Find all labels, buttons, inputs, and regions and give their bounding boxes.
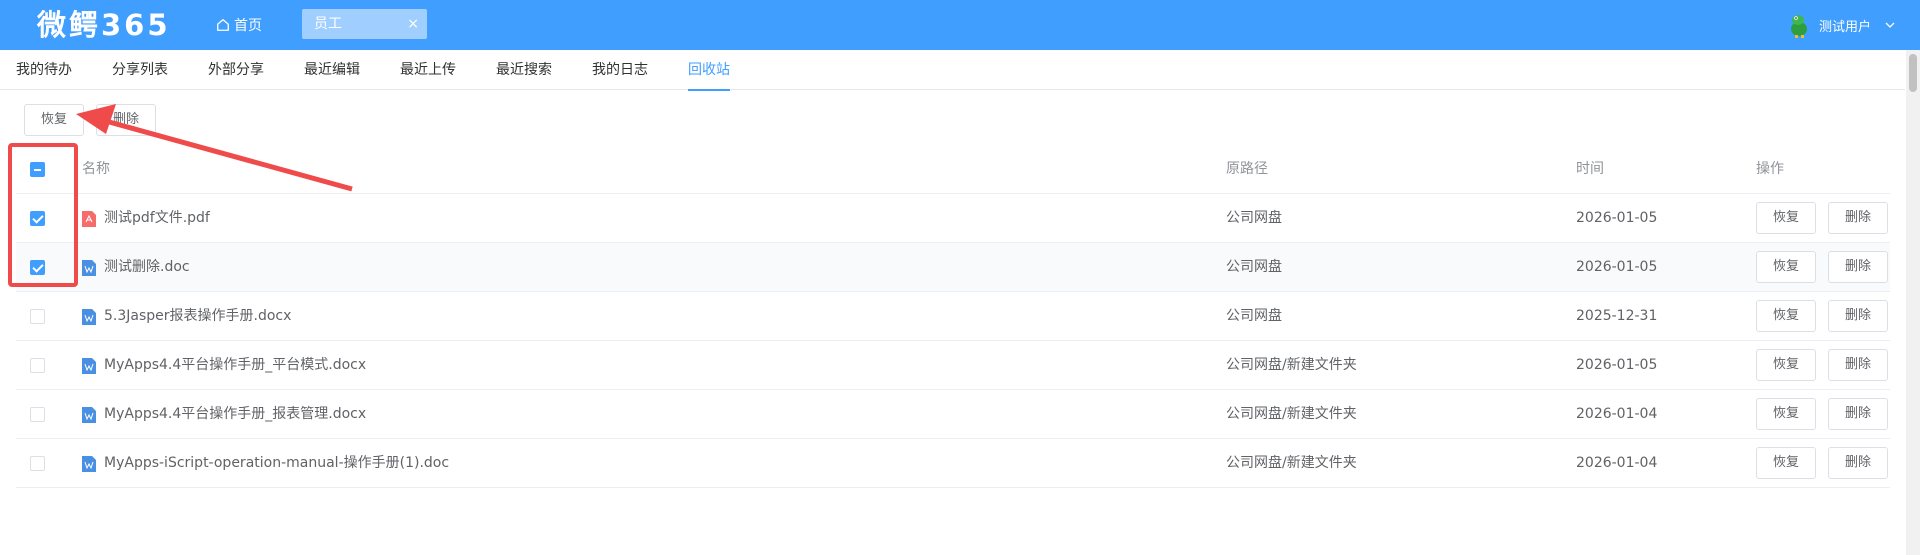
column-ops: 操作 [1756, 161, 1784, 177]
file-path: 公司网盘/新建文件夹 [1226, 406, 1357, 422]
row-delete-button[interactable]: 删除 [1828, 202, 1888, 234]
table-row[interactable]: 测试pdf文件.pdf 公司网盘 2026-01-05 恢复 删除 [16, 194, 1890, 243]
file-time: 2026-01-04 [1576, 455, 1658, 471]
vertical-scrollbar[interactable] [1906, 50, 1920, 555]
file-name: 5.3Jasper报表操作手册.docx [104, 308, 292, 324]
word-file-icon [82, 406, 96, 423]
file-path: 公司网盘/新建文件夹 [1226, 357, 1357, 373]
file-path: 公司网盘 [1226, 259, 1282, 275]
avatar [1790, 15, 1807, 38]
row-checkbox[interactable] [30, 456, 45, 471]
file-name-cell: 测试删除.doc [82, 243, 190, 292]
table-row[interactable]: MyApps4.4平台操作手册_报表管理.docx 公司网盘/新建文件夹 2026-… [16, 390, 1890, 439]
nav-tabs: 我的待办 分享列表 外部分享 最近编辑 最近上传 最近搜索 我的日志 回收站 [0, 50, 1905, 91]
tab-recycle-bin[interactable]: 回收站 [688, 50, 730, 91]
chevron-down-icon [1885, 22, 1895, 28]
row-delete-button[interactable]: 删除 [1828, 349, 1888, 381]
file-name: MyApps4.4平台操作手册_报表管理.docx [104, 406, 367, 422]
file-time: 2025-12-31 [1576, 308, 1658, 324]
user-name: 测试用户 [1818, 19, 1871, 35]
close-icon[interactable]: × [407, 9, 419, 39]
table-row[interactable]: 测试删除.doc 公司网盘 2026-01-05 恢复 删除 [16, 243, 1890, 292]
word-file-icon [82, 308, 96, 325]
file-name: 测试pdf文件.pdf [104, 210, 210, 226]
file-time: 2026-01-04 [1576, 406, 1658, 422]
app-logo: 微鳄365 [37, 8, 171, 42]
file-time: 2026-01-05 [1576, 259, 1658, 275]
file-name-cell: MyApps4.4平台操作手册_平台模式.docx [82, 341, 366, 390]
row-delete-button[interactable]: 删除 [1828, 447, 1888, 479]
tab-recent-search[interactable]: 最近搜索 [496, 50, 552, 90]
row-delete-button[interactable]: 删除 [1828, 251, 1888, 283]
file-path: 公司网盘 [1226, 308, 1282, 324]
table-row[interactable]: MyApps-iScript-operation-manual-操作手册(1).… [16, 439, 1890, 488]
file-path: 公司网盘 [1226, 210, 1282, 226]
row-restore-button[interactable]: 恢复 [1756, 398, 1816, 430]
row-restore-button[interactable]: 恢复 [1756, 300, 1816, 332]
row-restore-button[interactable]: 恢复 [1756, 202, 1816, 234]
file-name-cell: MyApps4.4平台操作手册_报表管理.docx [82, 390, 366, 439]
home-link[interactable]: 首页 [216, 14, 262, 36]
word-file-icon [82, 455, 96, 472]
table-row[interactable]: MyApps4.4平台操作手册_平台模式.docx 公司网盘/新建文件夹 2026-… [16, 341, 1890, 390]
select-all-checkbox[interactable] [30, 162, 45, 177]
tab-recent-edit[interactable]: 最近编辑 [304, 50, 360, 90]
file-name: MyApps4.4平台操作手册_平台模式.docx [104, 357, 367, 373]
home-icon [217, 18, 229, 31]
pdf-file-icon [82, 210, 96, 227]
column-time: 时间 [1576, 161, 1604, 177]
file-name-cell: MyApps-iScript-operation-manual-操作手册(1).… [82, 439, 449, 488]
row-restore-button[interactable]: 恢复 [1756, 349, 1816, 381]
file-name: MyApps-iScript-operation-manual-操作手册(1).… [104, 455, 450, 471]
row-delete-button[interactable]: 删除 [1828, 398, 1888, 430]
tab-recent-upload[interactable]: 最近上传 [400, 50, 456, 90]
recycle-table: 名称 原路径 时间 操作 测试pdf文件.pdf 公司网盘 2026-01-05 恢复… [16, 145, 1890, 488]
row-restore-button[interactable]: 恢复 [1756, 447, 1816, 479]
file-name-cell: 5.3Jasper报表操作手册.docx [82, 292, 291, 341]
scrollbar-thumb[interactable] [1909, 54, 1917, 92]
file-time: 2026-01-05 [1576, 357, 1658, 373]
row-checkbox[interactable] [30, 358, 45, 373]
restore-button[interactable]: 恢复 [24, 104, 84, 136]
row-checkbox[interactable] [30, 407, 45, 422]
tab-external-share[interactable]: 外部分享 [208, 50, 264, 90]
row-checkbox[interactable] [30, 309, 45, 324]
column-path: 原路径 [1226, 161, 1268, 177]
row-checkbox[interactable] [30, 260, 45, 275]
file-name: 测试删除.doc [104, 259, 190, 275]
user-menu[interactable]: 测试用户 [1785, 11, 1895, 39]
row-restore-button[interactable]: 恢复 [1756, 251, 1816, 283]
home-label: 首页 [234, 18, 262, 34]
file-name-cell: 测试pdf文件.pdf [82, 194, 210, 243]
row-checkbox[interactable] [30, 211, 45, 226]
table-header: 名称 原路径 时间 操作 [16, 145, 1890, 194]
file-path: 公司网盘/新建文件夹 [1226, 455, 1357, 471]
table-row[interactable]: 5.3Jasper报表操作手册.docx 公司网盘 2025-12-31 恢复 删除 [16, 292, 1890, 341]
word-file-icon [82, 259, 96, 276]
delete-button[interactable]: 删除 [96, 104, 156, 136]
tab-share-list[interactable]: 分享列表 [112, 50, 168, 90]
tab-my-log[interactable]: 我的日志 [592, 50, 648, 90]
tab-my-todo[interactable]: 我的待办 [16, 50, 72, 90]
tab-employee[interactable]: 员工 × [302, 9, 427, 39]
file-time: 2026-01-05 [1576, 210, 1658, 226]
top-bar: 微鳄365 首页 员工 × 测试用户 [0, 0, 1920, 50]
word-file-icon [82, 357, 96, 374]
column-name: 名称 [82, 161, 110, 177]
tab-employee-label: 员工 [314, 16, 342, 32]
row-delete-button[interactable]: 删除 [1828, 300, 1888, 332]
